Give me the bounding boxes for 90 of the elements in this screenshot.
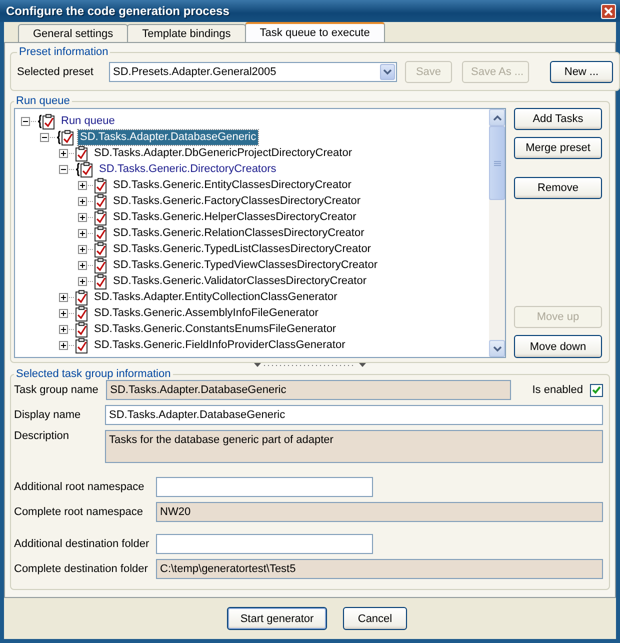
expand-icon[interactable] (78, 244, 87, 254)
collapse-icon[interactable] (40, 132, 49, 142)
tree-item[interactable]: SD.Tasks.Generic.EntityClassesDirectoryCreator (111, 178, 354, 192)
splitter-grip[interactable] (254, 363, 366, 368)
task-icon (94, 224, 108, 242)
input-field[interactable] (156, 534, 373, 554)
tree-item[interactable]: SD.Tasks.Generic.HelperClassesDirectoryCreator (111, 210, 358, 224)
chevron-down-icon (492, 346, 502, 352)
task-icon (94, 240, 108, 258)
field-label: Display name (14, 409, 82, 421)
chevron-down-icon (383, 69, 392, 75)
tree-item[interactable]: SD.Tasks.Generic.TypedListClassesDirectoryCreator (111, 242, 373, 256)
scroll-down-button[interactable] (489, 340, 505, 357)
tree-item[interactable]: SD.Tasks.Adapter.EntityCollectionClassGenerator (92, 290, 340, 304)
field-label: Complete destination folder (14, 563, 149, 575)
description-field: Tasks for the database generic part of adapter (105, 430, 603, 463)
action-button[interactable]: New ... (550, 61, 613, 83)
expand-icon[interactable] (59, 308, 68, 318)
input-field[interactable]: SD.Tasks.Adapter.DatabaseGeneric (105, 405, 603, 425)
tree-item[interactable]: SD.Tasks.Generic.ConstantsEnumsFileGenerator (92, 322, 338, 336)
enabled-checkbox[interactable] (590, 384, 603, 396)
task-icon (75, 304, 89, 322)
tab[interactable]: Template bindings (127, 24, 246, 42)
task-tree[interactable] (14, 108, 506, 358)
tree-item[interactable]: SD.Tasks.Generic.FieldInfoProviderClassGenerator (92, 338, 348, 352)
preset-dropdown[interactable]: SD.Presets.Adapter.General2005 (109, 62, 397, 82)
scrollbar[interactable] (489, 109, 505, 357)
action-button[interactable]: Merge preset (514, 137, 602, 159)
section-title: Selected task group information (15, 368, 172, 380)
field-label: Task group name (14, 384, 100, 396)
expand-icon[interactable] (78, 196, 87, 206)
field-label: Selected preset (17, 66, 94, 78)
expand-icon[interactable] (59, 340, 68, 350)
task-icon (94, 192, 108, 210)
field-label: Additional root namespace (14, 481, 146, 493)
field-label: Description (14, 430, 70, 442)
tab[interactable]: Task queue to execute (244, 22, 385, 42)
expand-icon[interactable] (78, 260, 87, 270)
tree-item[interactable]: SD.Tasks.Generic.DirectoryCreators (97, 162, 278, 176)
expand-icon[interactable] (78, 180, 87, 190)
tree-item[interactable]: SD.Tasks.Generic.TypedViewClassesDirectoryCreator (111, 258, 380, 272)
expand-icon[interactable] (78, 276, 87, 286)
field-label: Additional destination folder (14, 538, 150, 550)
checkbox-label: Is enabled (532, 384, 583, 396)
task-icon (94, 272, 108, 290)
scroll-up-button[interactable] (489, 109, 505, 126)
task-icon (75, 336, 89, 354)
tree-item[interactable]: SD.Tasks.Adapter.DbGenericProjectDirectoryCreator (92, 146, 354, 160)
expand-icon[interactable] (78, 228, 87, 238)
task-icon (75, 288, 89, 306)
action-button[interactable]: Remove (514, 177, 602, 199)
tree-item[interactable]: SD.Tasks.Generic.ValidatorClassesDirectoryCreator (111, 274, 368, 288)
tree-item[interactable]: SD.Tasks.Generic.FactoryClassesDirectoryCreator (111, 194, 363, 208)
section-title: Preset information (18, 46, 110, 58)
task-icon (75, 144, 89, 162)
action-button[interactable]: Move down (514, 335, 602, 358)
action-button[interactable]: Cancel (343, 607, 407, 630)
tree-item[interactable]: SD.Tasks.Generic.RelationClassesDirectoryCreator (111, 226, 366, 240)
close-icon (604, 6, 613, 16)
window-title: Configure the code generation process (6, 4, 230, 18)
task-icon (75, 320, 89, 338)
section-title: Run queue (15, 95, 71, 107)
readonly-field: C:\temp\generatortest\Test5 (156, 559, 603, 579)
readonly-field: SD.Tasks.Adapter.DatabaseGeneric (106, 380, 512, 400)
task-icon (94, 256, 108, 274)
tab[interactable]: General settings (18, 24, 128, 42)
checkmark-icon (592, 386, 601, 394)
expand-icon[interactable] (59, 292, 68, 302)
field-label: Complete root namespace (14, 506, 144, 518)
task-icon (94, 208, 108, 226)
expand-icon[interactable] (78, 212, 87, 222)
tree-item[interactable]: SD.Tasks.Generic.AssemblyInfoFileGenerator (92, 306, 320, 320)
readonly-field: NW20 (156, 502, 603, 522)
action-button[interactable]: Start generator (227, 607, 327, 630)
collapse-icon[interactable] (21, 116, 30, 126)
collapse-icon[interactable] (59, 164, 68, 174)
expand-icon[interactable] (59, 148, 68, 158)
task-group-icon (37, 112, 56, 130)
tree-item[interactable]: Run queue (59, 114, 117, 128)
task-icon (94, 176, 108, 194)
chevron-up-icon (492, 114, 502, 120)
input-field[interactable] (156, 477, 373, 497)
grip-icon (494, 160, 500, 166)
expand-icon[interactable] (59, 324, 68, 334)
scroll-thumb[interactable] (489, 126, 505, 200)
task-group-icon (56, 128, 75, 146)
close-button[interactable] (601, 4, 616, 18)
tree-item[interactable]: SD.Tasks.Adapter.DatabaseGeneric (78, 130, 258, 144)
task-group-icon (75, 160, 94, 178)
action-button[interactable]: Add Tasks (514, 108, 602, 130)
